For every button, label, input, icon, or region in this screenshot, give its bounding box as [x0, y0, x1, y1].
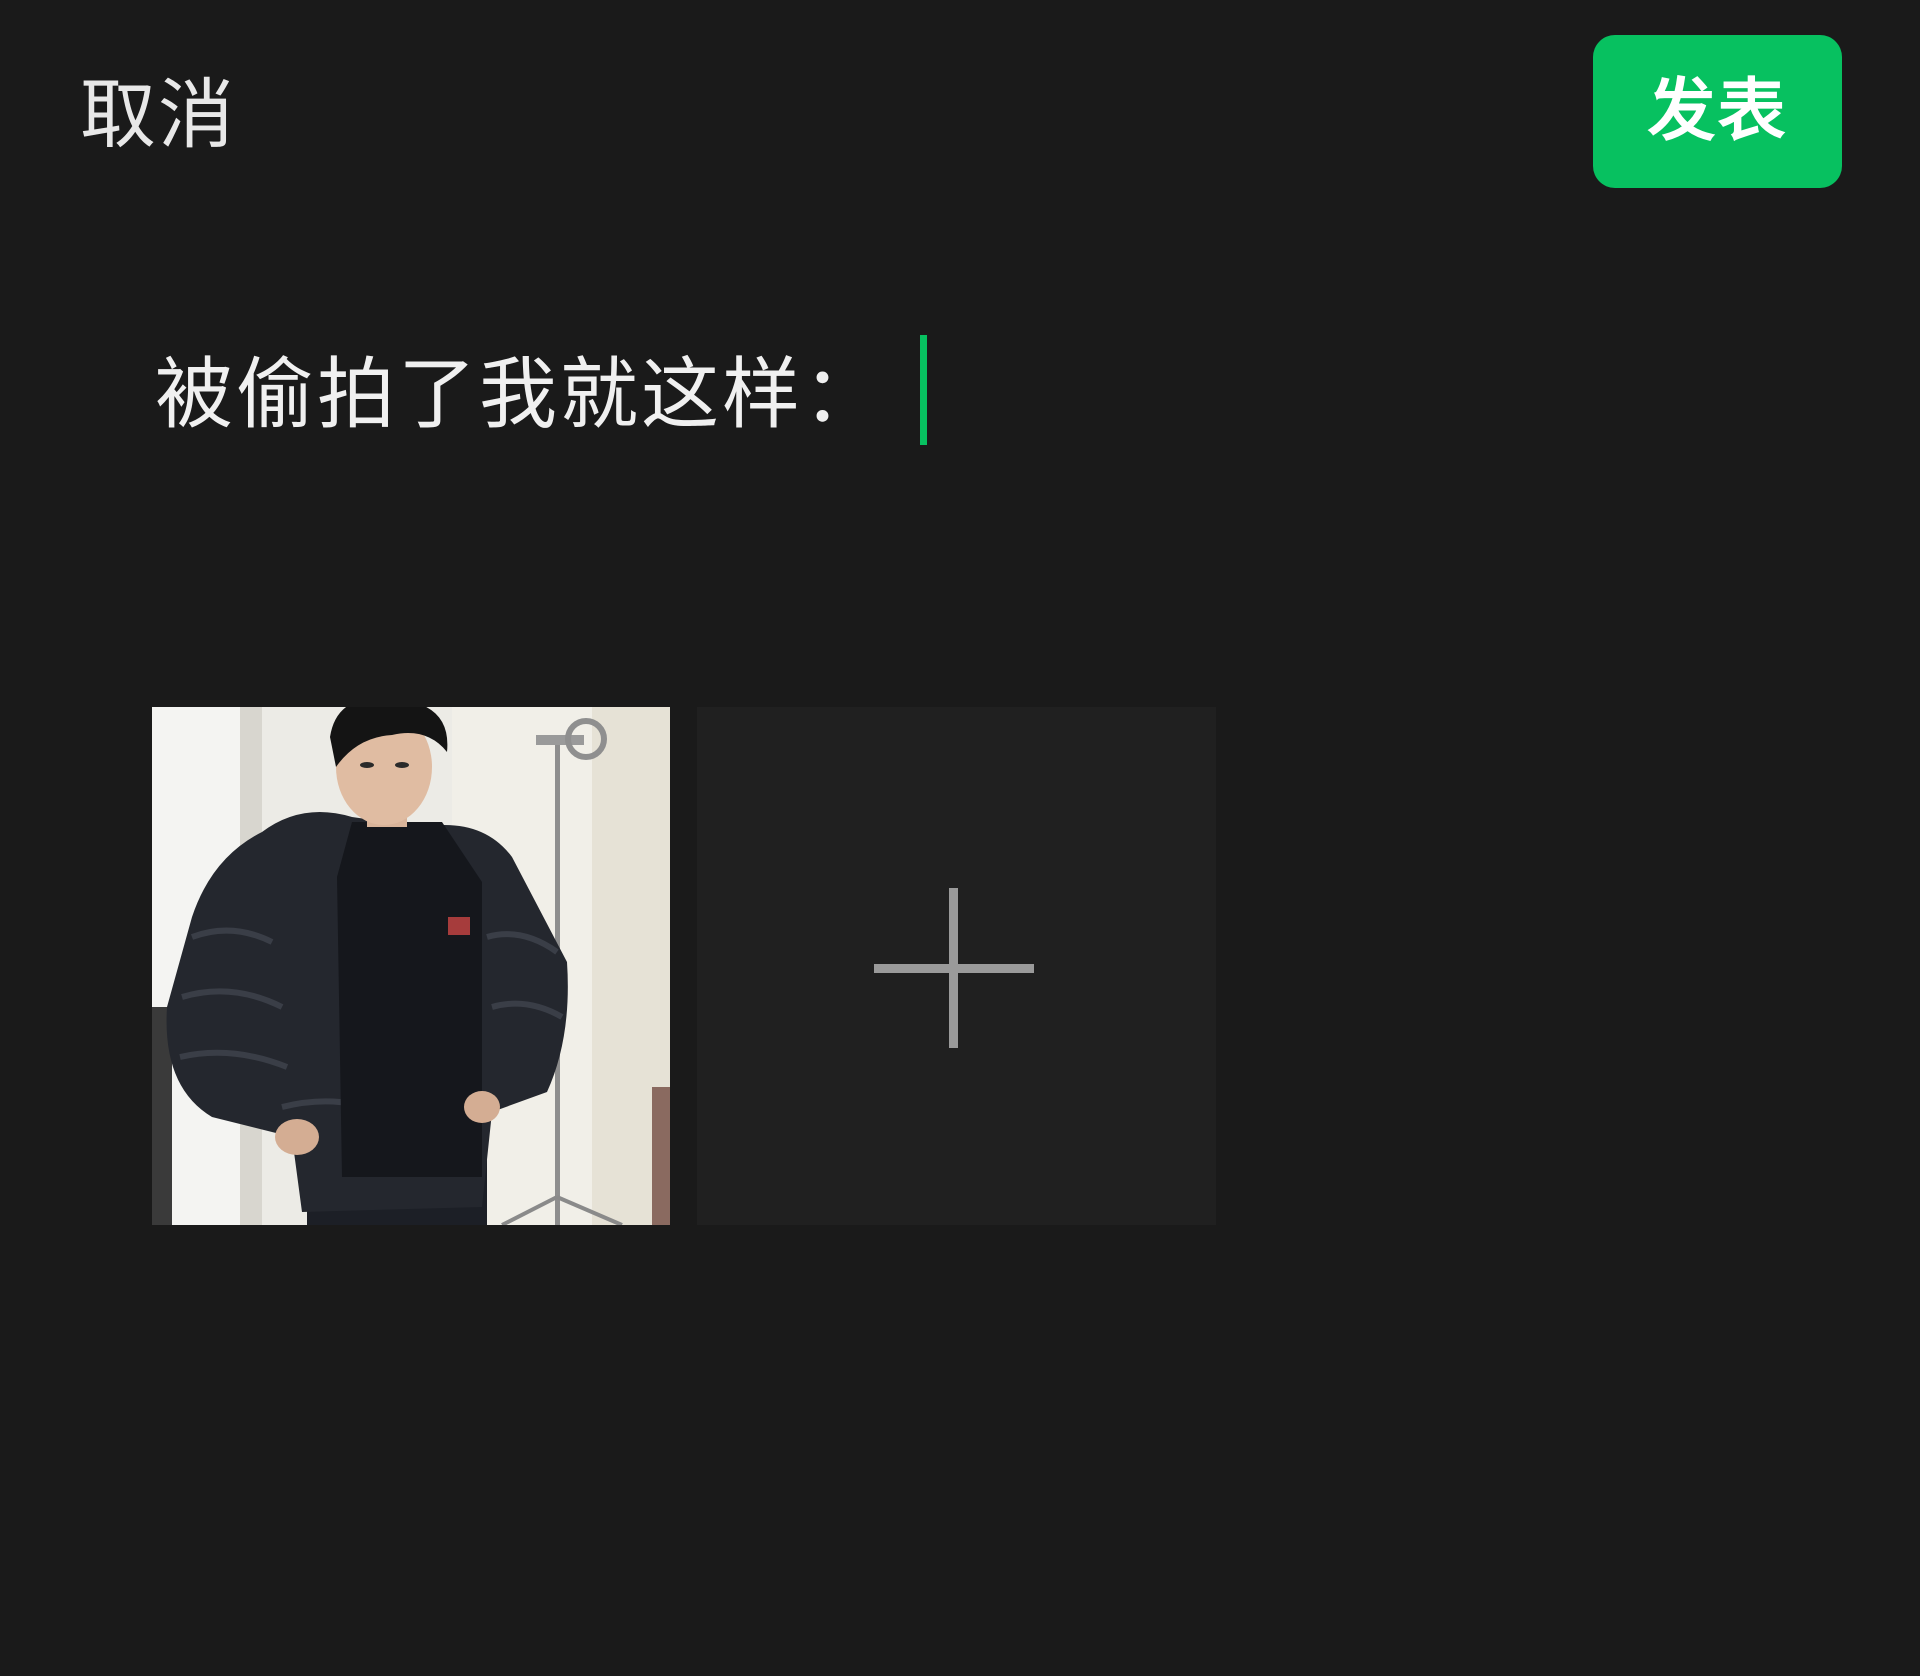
add-photo-button[interactable]: [697, 707, 1216, 1225]
plus-icon: [874, 888, 1034, 1048]
post-text-content: 被偷拍了我就这样：: [155, 350, 885, 440]
publish-button[interactable]: 发表: [1593, 35, 1842, 188]
photo-person-icon: [152, 707, 670, 1225]
top-bar: 取消 发表: [0, 0, 1920, 230]
media-grid: [152, 707, 1216, 1225]
cancel-button[interactable]: 取消: [80, 70, 236, 160]
text-caret: [920, 335, 928, 445]
photo-thumbnail[interactable]: [152, 707, 670, 1225]
post-text-input[interactable]: 被偷拍了我就这样：: [155, 330, 1755, 460]
